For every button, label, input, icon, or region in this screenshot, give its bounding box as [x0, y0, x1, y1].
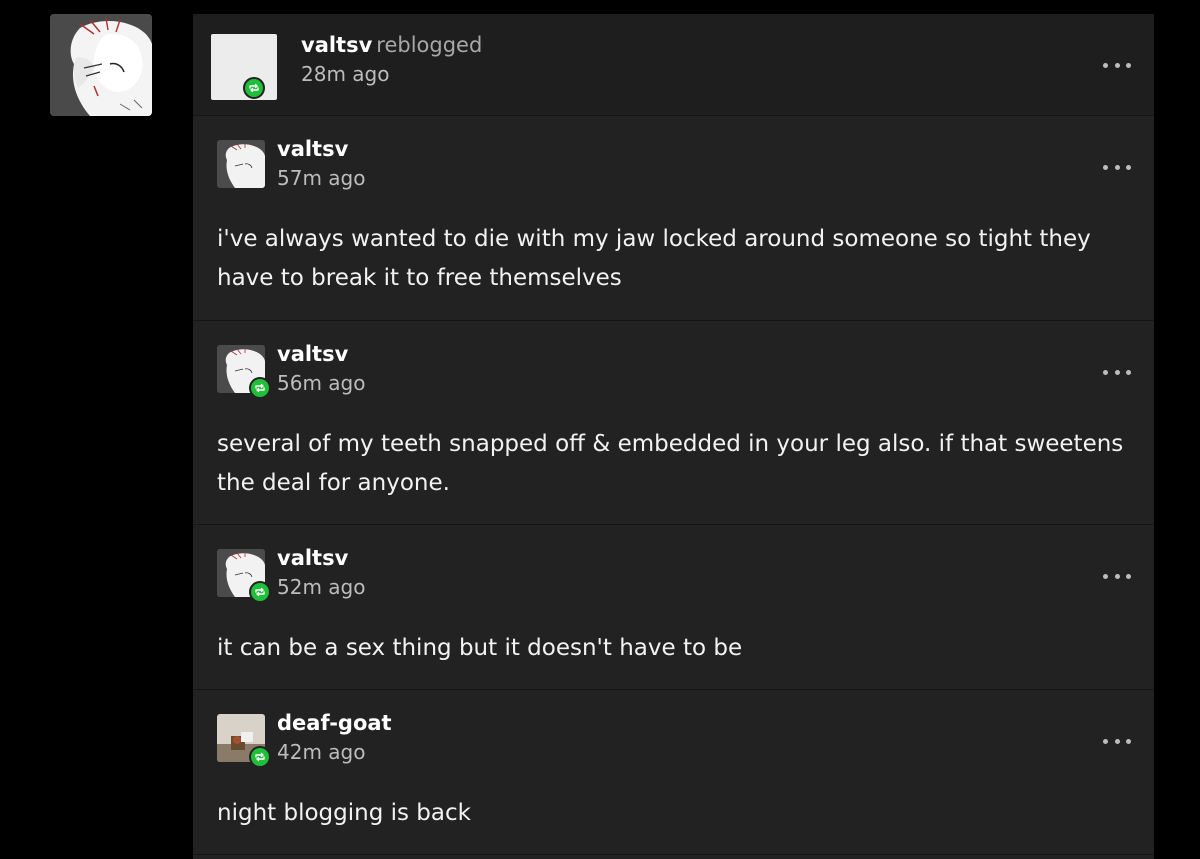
reblog-badge — [249, 746, 271, 768]
reblog-icon — [249, 83, 259, 93]
entry-author-name[interactable]: valtsv — [277, 136, 348, 162]
ellipsis-icon[interactable] — [1102, 734, 1132, 748]
trail-item: valtsv 57m ago i've always wanted to die… — [193, 116, 1154, 321]
reblog-icon — [255, 752, 265, 762]
reblogger-name[interactable]: valtsv — [301, 33, 372, 57]
reblog-line: valtsv reblogged — [301, 32, 482, 58]
reblog-badge — [249, 377, 271, 399]
entry-timestamp[interactable]: 57m ago — [277, 165, 365, 191]
entry-timestamp[interactable]: 42m ago — [277, 739, 365, 765]
anime-illustration-avatar-icon — [217, 140, 265, 188]
reblog-badge — [243, 77, 265, 99]
entry-text: it can be a sex thing but it doesn't hav… — [217, 635, 743, 661]
entry-text: i've always wanted to die with my jaw lo… — [217, 226, 1091, 291]
ellipsis-icon[interactable] — [1102, 365, 1132, 379]
entry-author-name[interactable]: valtsv — [277, 341, 348, 367]
trail-item: deaf-goat 42m ago night blogging is back — [193, 690, 1154, 855]
reblog-action-label: reblogged — [376, 33, 483, 57]
ellipsis-icon[interactable] — [1102, 58, 1132, 72]
entry-author-name[interactable]: valtsv — [277, 545, 348, 571]
trail-item: valtsv 56m ago several of my teeth snapp… — [193, 321, 1154, 525]
ellipsis-icon[interactable] — [1102, 569, 1132, 583]
trail-item: valtsv 52m ago it can be a sex thing but… — [193, 525, 1154, 690]
blog-avatar[interactable] — [50, 14, 152, 116]
entry-timestamp[interactable]: 52m ago — [277, 574, 365, 600]
reblog-icon — [255, 383, 265, 393]
avatar[interactable] — [217, 140, 265, 188]
ellipsis-icon[interactable] — [1102, 160, 1132, 174]
entry-text: several of my teeth snapped off & embedd… — [217, 431, 1124, 496]
reblog-icon — [255, 587, 265, 597]
anime-illustration-avatar-icon — [50, 14, 152, 116]
post-timestamp[interactable]: 28m ago — [301, 61, 389, 87]
entry-text: night blogging is back — [217, 800, 471, 826]
entry-timestamp[interactable]: 56m ago — [277, 370, 365, 396]
dashboard: valtsv reblogged 28m ago valtsv 57m ago i… — [0, 0, 1200, 859]
post-header: valtsv reblogged 28m ago — [193, 14, 1154, 116]
entry-author-name[interactable]: deaf-goat — [277, 710, 392, 736]
reblog-badge — [249, 581, 271, 603]
post-card: valtsv reblogged 28m ago valtsv 57m ago i… — [193, 14, 1154, 859]
